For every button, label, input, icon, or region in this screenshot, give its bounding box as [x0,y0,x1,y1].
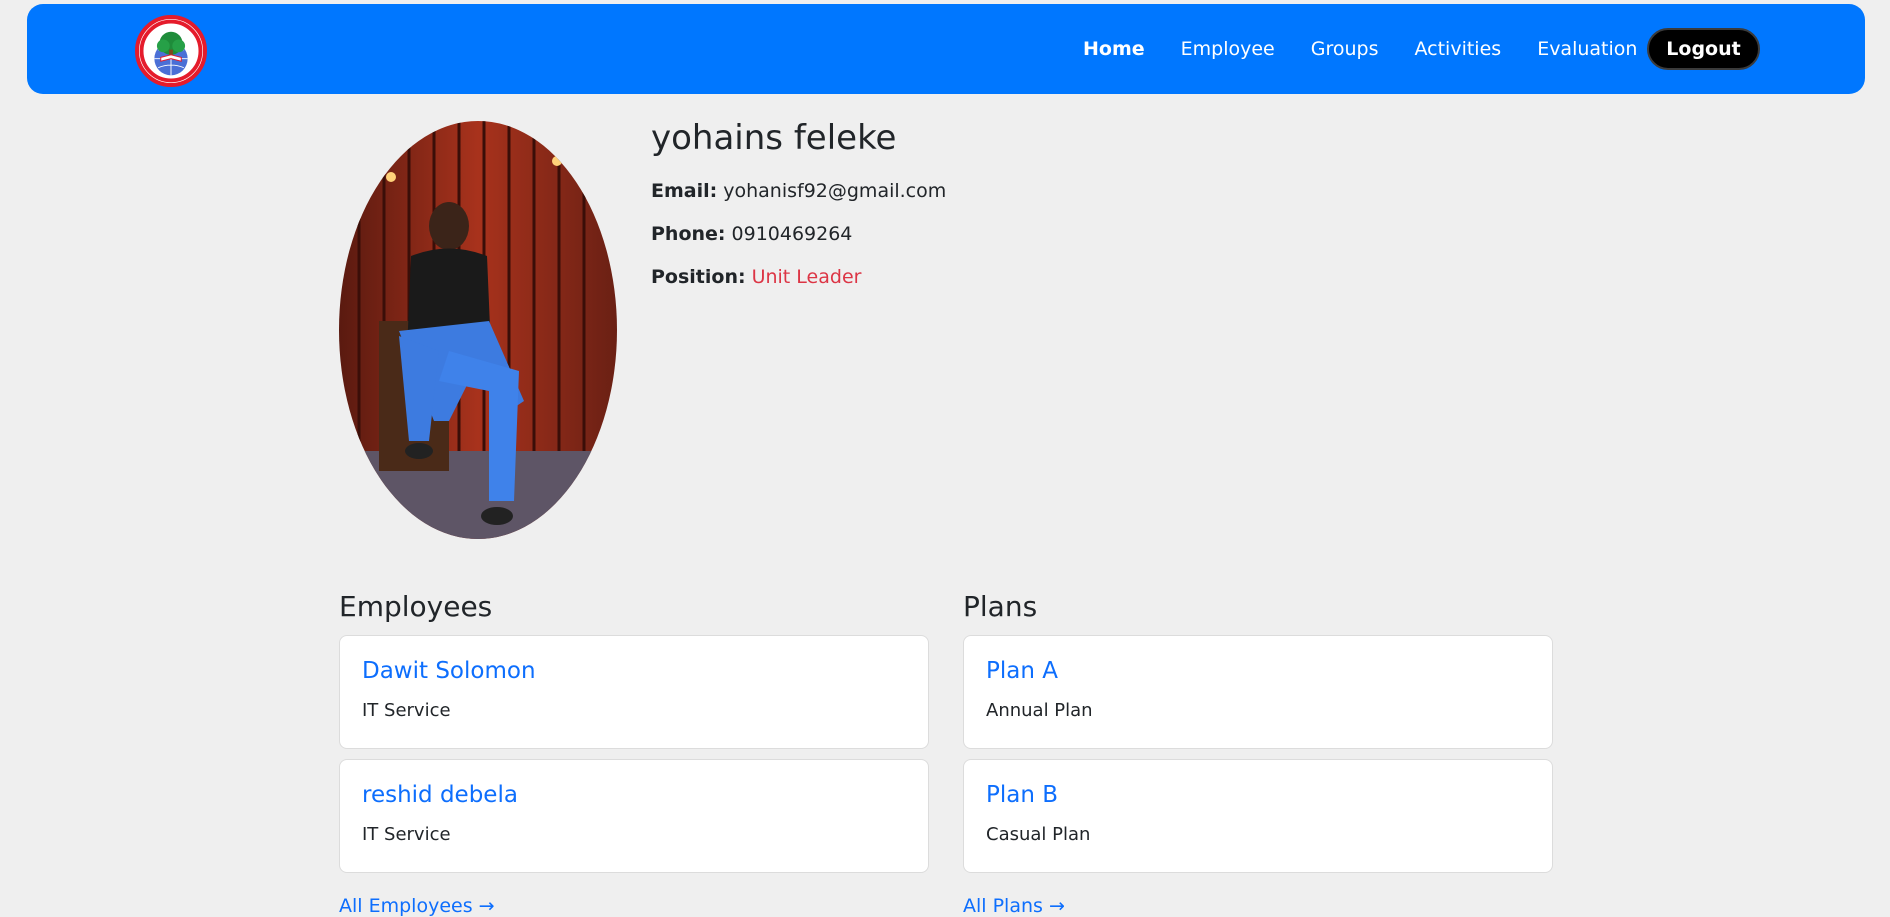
employee-department: IT Service [362,700,451,721]
all-plans-link[interactable]: All Plans → [963,895,1065,917]
nav-links: Home Employee Groups Activities Evaluati… [1083,4,1673,94]
plan-name-link[interactable]: Plan A [986,658,1530,684]
phone-label: Phone: [651,223,726,245]
nav-evaluation-link[interactable]: Evaluation [1537,38,1637,60]
plans-title: Plans [963,590,1038,623]
plan-card[interactable]: Plan B Casual Plan [963,759,1553,873]
logout-button[interactable]: Logout [1647,28,1760,70]
plans-section: Plans Plan A Annual Plan Plan B Casual P… [963,590,1553,917]
all-employees-link[interactable]: All Employees → [339,895,495,917]
profile-info: yohains feleke Email: yohanisf92@gmail.co… [651,118,1351,309]
profile-name: yohains feleke [651,118,897,158]
organization-logo[interactable] [135,15,207,87]
plan-type: Casual Plan [986,824,1091,845]
plan-card[interactable]: Plan A Annual Plan [963,635,1553,749]
email-value: yohanisf92@gmail.com [723,180,947,202]
nav-activities-link[interactable]: Activities [1415,38,1502,60]
employees-title: Employees [339,590,493,623]
position-label: Position: [651,266,746,288]
plan-name-link[interactable]: Plan B [986,782,1530,808]
profile-photo-image [339,121,617,539]
nav-groups-link[interactable]: Groups [1311,38,1379,60]
employee-card[interactable]: Dawit Solomon IT Service [339,635,929,749]
phone-row: Phone: 0910469264 [651,223,1351,245]
email-label: Email: [651,180,718,202]
employee-card[interactable]: reshid debela IT Service [339,759,929,873]
profile-photo [339,121,617,539]
employee-name-link[interactable]: reshid debela [362,782,906,808]
employee-name-link[interactable]: Dawit Solomon [362,658,906,684]
email-row: Email: yohanisf92@gmail.com [651,180,1351,202]
employee-department: IT Service [362,824,451,845]
employees-section: Employees Dawit Solomon IT Service reshi… [339,590,929,917]
logo-emblem-icon [139,19,203,83]
phone-value: 0910469264 [731,223,853,245]
nav-employee-link[interactable]: Employee [1181,38,1275,60]
position-value: Unit Leader [751,266,862,288]
nav-home-link[interactable]: Home [1083,38,1145,60]
top-navbar: Home Employee Groups Activities Evaluati… [27,4,1865,94]
position-row: Position: Unit Leader [651,266,1351,288]
plan-type: Annual Plan [986,700,1093,721]
